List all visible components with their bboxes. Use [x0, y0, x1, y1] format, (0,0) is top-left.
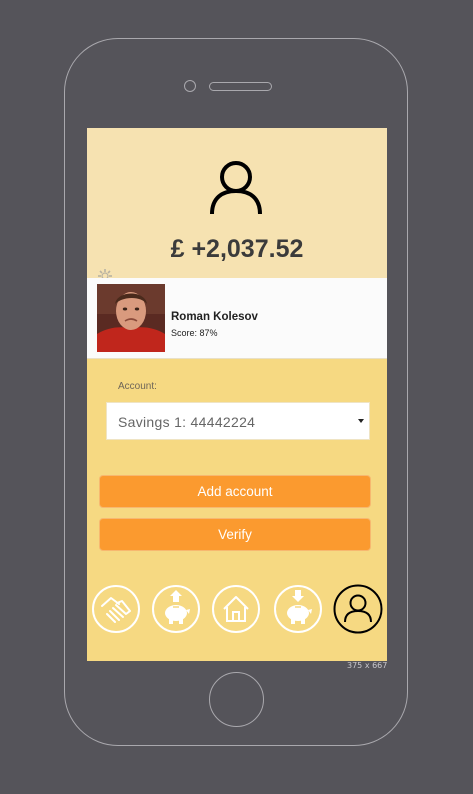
caret-down-icon	[358, 419, 364, 423]
user-icon	[333, 584, 383, 634]
app-screen: £ +2,037.52 Roman Kolesov Score: 87% Acc…	[87, 128, 387, 661]
home-icon	[212, 585, 260, 633]
account-label: Account:	[118, 381, 157, 392]
verify-button[interactable]: Verify	[99, 518, 371, 551]
profile-score: Score: 87%	[171, 328, 218, 338]
nav-profile-button[interactable]	[333, 584, 383, 634]
nav-deposit-button[interactable]	[151, 584, 201, 634]
profile-photo	[97, 284, 165, 352]
account-selected-value: Savings 1: 44442224	[118, 414, 256, 430]
add-account-button[interactable]: Add account	[99, 475, 371, 508]
account-balance: £ +2,037.52	[170, 235, 304, 263]
viewport-size-label: 375 x 667	[347, 661, 388, 670]
piggy-bank-withdraw-icon	[274, 585, 322, 633]
piggy-bank-deposit-icon	[152, 585, 200, 633]
header-panel: £ +2,037.52	[87, 128, 387, 278]
camera-icon	[184, 80, 196, 92]
nav-home-button[interactable]	[211, 584, 261, 634]
handshake-icon	[92, 585, 140, 633]
profile-card: Roman Kolesov Score: 87%	[87, 278, 387, 359]
account-select[interactable]: Savings 1: 44442224	[106, 402, 370, 440]
user-avatar-icon	[210, 161, 262, 215]
profile-name: Roman Kolesov	[171, 311, 258, 323]
speaker-grille	[209, 82, 272, 91]
device-home-button[interactable]	[209, 672, 264, 727]
nav-withdraw-button[interactable]	[273, 584, 323, 634]
nav-handshake-button[interactable]	[91, 584, 141, 634]
